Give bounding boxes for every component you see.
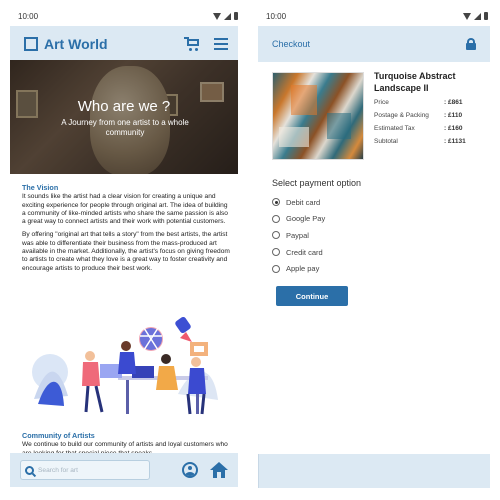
- payment-option-google-pay[interactable]: Google Pay: [272, 211, 325, 228]
- app-header: Art World: [10, 26, 238, 62]
- wifi-icon: [463, 12, 471, 20]
- radio-icon[interactable]: [272, 264, 280, 273]
- cart-icon[interactable]: [184, 37, 200, 51]
- radio-icon[interactable]: [272, 248, 280, 257]
- status-bar: 10:00: [10, 8, 240, 24]
- status-bar: 10:00: [258, 8, 490, 24]
- community-illustration: [32, 317, 218, 415]
- postage-row: Postage & Packing : £110: [374, 109, 478, 122]
- payment-option-label: Debit card: [286, 197, 321, 207]
- radio-checked-icon[interactable]: [272, 198, 280, 207]
- payment-option-apple-pay[interactable]: Apple pay: [272, 260, 325, 277]
- bottom-actions: [182, 462, 228, 478]
- lock-icon: [466, 38, 476, 50]
- hero-subtitle: A Journey from one artist to a whole com…: [61, 118, 189, 137]
- home-icon[interactable]: [210, 462, 228, 478]
- price-label: Price: [374, 99, 389, 106]
- price-row: Price : £861: [374, 96, 478, 109]
- hero-banner: Who are we ? A Journey from one artist t…: [10, 60, 238, 174]
- checkout-screen: 10:00 Checkout Turquoise Abstract Landsc…: [258, 8, 490, 494]
- header-actions: [184, 37, 228, 51]
- checkout-header: Checkout: [258, 26, 490, 62]
- payment-option-label: Paypal: [286, 230, 309, 240]
- vision-paragraph-2: By offering "original art that tells a s…: [22, 231, 230, 272]
- status-time: 10:00: [18, 11, 39, 21]
- vision-paragraph-1: It sounds like the artist had a clear vi…: [22, 193, 228, 226]
- tax-row: Estimated Tax : £160: [374, 122, 478, 135]
- search-icon[interactable]: [25, 465, 34, 475]
- tax-label: Estimated Tax: [374, 125, 415, 132]
- subtotal-label: Subtotal: [374, 138, 398, 145]
- payment-title: Select payment option: [272, 178, 362, 188]
- subtotal-value: : £1131: [444, 138, 466, 145]
- checkout-title: Checkout: [272, 39, 311, 49]
- payment-option-label: Apple pay: [286, 264, 320, 274]
- subtotal-row: Subtotal : £1131: [374, 135, 478, 148]
- profile-icon[interactable]: [182, 462, 198, 478]
- status-icons: [213, 12, 238, 20]
- payment-option-paypal[interactable]: Paypal: [272, 227, 325, 244]
- brand-name[interactable]: Art World: [44, 36, 108, 52]
- signal-icon: [474, 12, 481, 20]
- vision-title: The Vision: [22, 183, 59, 192]
- continue-button[interactable]: Continue: [276, 286, 348, 306]
- postage-label: Postage & Packing: [374, 112, 429, 119]
- radio-icon[interactable]: [272, 214, 280, 223]
- logo-icon: [24, 37, 38, 51]
- hero-title: Who are we ?: [77, 98, 171, 115]
- bottom-bar: [10, 453, 238, 487]
- signal-icon: [224, 12, 231, 20]
- radio-icon[interactable]: [272, 231, 280, 240]
- bottom-panel: [258, 454, 490, 488]
- payment-option-debit-card[interactable]: Debit card: [272, 194, 325, 211]
- payment-option-credit-card[interactable]: Credit card: [272, 244, 325, 261]
- status-icons: [463, 12, 488, 20]
- payment-option-label: Google Pay: [286, 214, 326, 224]
- home-screen: 10:00 Art World Who are we ? A Journey f…: [10, 8, 240, 494]
- wifi-icon: [213, 12, 221, 20]
- status-time: 10:00: [266, 11, 287, 21]
- search-box[interactable]: [20, 460, 150, 480]
- menu-icon[interactable]: [214, 38, 228, 50]
- payment-option-label: Credit card: [286, 247, 323, 257]
- product-name: Turquoise Abstract Landscape II: [374, 71, 456, 93]
- community-title: Community of Artists: [22, 431, 95, 440]
- product-image[interactable]: [272, 72, 364, 160]
- postage-value: : £110: [444, 112, 463, 119]
- battery-icon: [484, 12, 488, 20]
- tax-value: : £160: [444, 125, 463, 132]
- payment-options: Debit card Google Pay Paypal Credit card…: [272, 194, 325, 277]
- price-value: : £861: [444, 99, 463, 106]
- vision-section: The Vision It sounds like the artist had…: [22, 183, 230, 278]
- search-input[interactable]: [38, 466, 138, 474]
- price-summary: Price : £861 Postage & Packing : £110 Es…: [374, 96, 478, 148]
- battery-icon: [234, 12, 238, 20]
